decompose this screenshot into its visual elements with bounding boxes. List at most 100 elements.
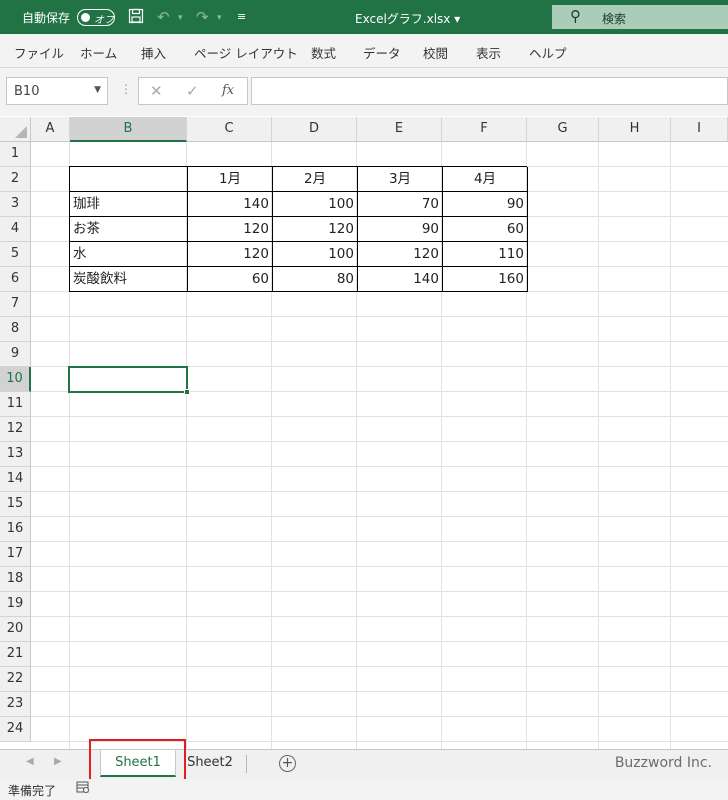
autosave-state: オフ: [94, 15, 114, 26]
cancel-icon[interactable]: ✕: [150, 82, 163, 100]
row-header-21[interactable]: 21: [0, 642, 31, 667]
table-cell[interactable]: 4月: [443, 167, 528, 192]
column-header-a[interactable]: A: [31, 117, 70, 142]
table-cell[interactable]: 140: [358, 267, 443, 292]
table-cell[interactable]: 110: [443, 242, 528, 267]
fill-handle[interactable]: [184, 389, 190, 395]
insert-function-icon[interactable]: fx: [222, 83, 234, 98]
table-cell[interactable]: 60: [443, 217, 528, 242]
row-header-1[interactable]: 1: [0, 142, 31, 167]
column-header-h[interactable]: H: [599, 117, 671, 142]
row-header-15[interactable]: 15: [0, 492, 31, 517]
table-cell[interactable]: 140: [188, 192, 273, 217]
undo-dropdown-icon[interactable]: ▾: [178, 13, 183, 23]
table-cell[interactable]: 120: [273, 217, 358, 242]
table-cell[interactable]: 120: [188, 242, 273, 267]
column-header-g[interactable]: G: [527, 117, 599, 142]
row-header-10[interactable]: 10: [0, 367, 31, 392]
row-header-14[interactable]: 14: [0, 467, 31, 492]
redo-icon[interactable]: ↷: [196, 8, 209, 26]
table-cell[interactable]: 炭酸飲料: [70, 267, 188, 292]
column-header-c[interactable]: C: [187, 117, 272, 142]
row-header-19[interactable]: 19: [0, 592, 31, 617]
accessibility-icon[interactable]: [76, 781, 90, 797]
name-box[interactable]: B10 ▼: [6, 77, 108, 105]
row-label: お茶: [73, 221, 100, 237]
value-cell: 60: [251, 271, 269, 287]
table-cell[interactable]: 水: [70, 242, 188, 267]
formula-input[interactable]: [251, 77, 728, 105]
row-header-11[interactable]: 11: [0, 392, 31, 417]
selected-cell-b10[interactable]: [68, 366, 190, 395]
table-cell[interactable]: 2月: [273, 167, 358, 192]
row-header-17[interactable]: 17: [0, 542, 31, 567]
tab-review[interactable]: 校閲: [423, 43, 448, 62]
row-header-13[interactable]: 13: [0, 442, 31, 467]
scroll-tabs-left-icon[interactable]: ◀: [26, 756, 34, 767]
table-cell[interactable]: 60: [188, 267, 273, 292]
scroll-tabs-right-icon[interactable]: ▶: [54, 756, 62, 767]
value-cell: 90: [506, 196, 524, 212]
row-header-9[interactable]: 9: [0, 342, 31, 367]
row-header-12[interactable]: 12: [0, 417, 31, 442]
column-header-d[interactable]: D: [272, 117, 357, 142]
select-all-button[interactable]: [0, 117, 31, 142]
row-header-5[interactable]: 5: [0, 242, 31, 267]
row-header-23[interactable]: 23: [0, 692, 31, 717]
tab-insert[interactable]: 挿入: [141, 43, 166, 62]
table-cell[interactable]: 100: [273, 242, 358, 267]
formula-buttons: ✕ ✓ fx: [138, 77, 248, 105]
sheet-tab-sheet2[interactable]: Sheet2: [180, 750, 240, 777]
table-cell[interactable]: 1月: [188, 167, 273, 192]
row-label: 珈琲: [73, 196, 100, 212]
name-box-dropdown-icon[interactable]: ▼: [94, 85, 101, 95]
row-header-6[interactable]: 6: [0, 267, 31, 292]
tab-home[interactable]: ホーム: [80, 43, 117, 62]
row-header-2[interactable]: 2: [0, 167, 31, 192]
row-label: 炭酸飲料: [73, 271, 127, 287]
table-cell[interactable]: 80: [273, 267, 358, 292]
header-cell-b2: [70, 167, 186, 192]
row-header-22[interactable]: 22: [0, 667, 31, 692]
tab-data[interactable]: データ: [363, 43, 401, 62]
table-cell[interactable]: 珈琲: [70, 192, 188, 217]
tab-help[interactable]: ヘルプ: [529, 43, 567, 62]
add-sheet-icon[interactable]: +: [279, 755, 296, 772]
autosave-label: 自動保存: [22, 11, 71, 25]
redo-dropdown-icon[interactable]: ▾: [217, 13, 222, 23]
search-box[interactable]: ⚲ 検索: [552, 5, 728, 29]
table-cell[interactable]: [70, 167, 188, 192]
column-header-b[interactable]: B: [70, 117, 187, 142]
row-header-8[interactable]: 8: [0, 317, 31, 342]
table-cell[interactable]: 100: [273, 192, 358, 217]
row-header-24[interactable]: 24: [0, 717, 31, 742]
enter-icon[interactable]: ✓: [186, 82, 199, 100]
spreadsheet-grid[interactable]: A B C D E F G H I 1 2 3 4 5 6 7 8 9 10 1…: [0, 117, 728, 749]
table-cell[interactable]: 160: [443, 267, 528, 292]
table-cell[interactable]: お茶: [70, 217, 188, 242]
row-header-4[interactable]: 4: [0, 217, 31, 242]
row-header-18[interactable]: 18: [0, 567, 31, 592]
table-cell[interactable]: 90: [358, 217, 443, 242]
save-icon[interactable]: [128, 8, 144, 28]
autosave-toggle[interactable]: オフ: [77, 9, 115, 26]
row-header-3[interactable]: 3: [0, 192, 31, 217]
window-title[interactable]: Excelグラフ.xlsx ▾: [355, 10, 460, 27]
tab-page-layout[interactable]: ページ レイアウト: [194, 43, 298, 62]
tab-file[interactable]: ファイル: [14, 43, 64, 62]
undo-icon[interactable]: ↶: [157, 8, 170, 26]
table-cell[interactable]: 3月: [358, 167, 443, 192]
column-header-f[interactable]: F: [442, 117, 527, 142]
tab-view[interactable]: 表示: [476, 43, 501, 62]
row-header-7[interactable]: 7: [0, 292, 31, 317]
row-header-20[interactable]: 20: [0, 617, 31, 642]
row-header-16[interactable]: 16: [0, 517, 31, 542]
table-cell[interactable]: 120: [188, 217, 273, 242]
tab-formulas[interactable]: 数式: [311, 43, 336, 62]
customize-toolbar-icon[interactable]: ≡: [237, 10, 246, 23]
table-cell[interactable]: 120: [358, 242, 443, 267]
table-cell[interactable]: 90: [443, 192, 528, 217]
column-header-e[interactable]: E: [357, 117, 442, 142]
table-cell[interactable]: 70: [358, 192, 443, 217]
column-header-i[interactable]: I: [671, 117, 728, 142]
